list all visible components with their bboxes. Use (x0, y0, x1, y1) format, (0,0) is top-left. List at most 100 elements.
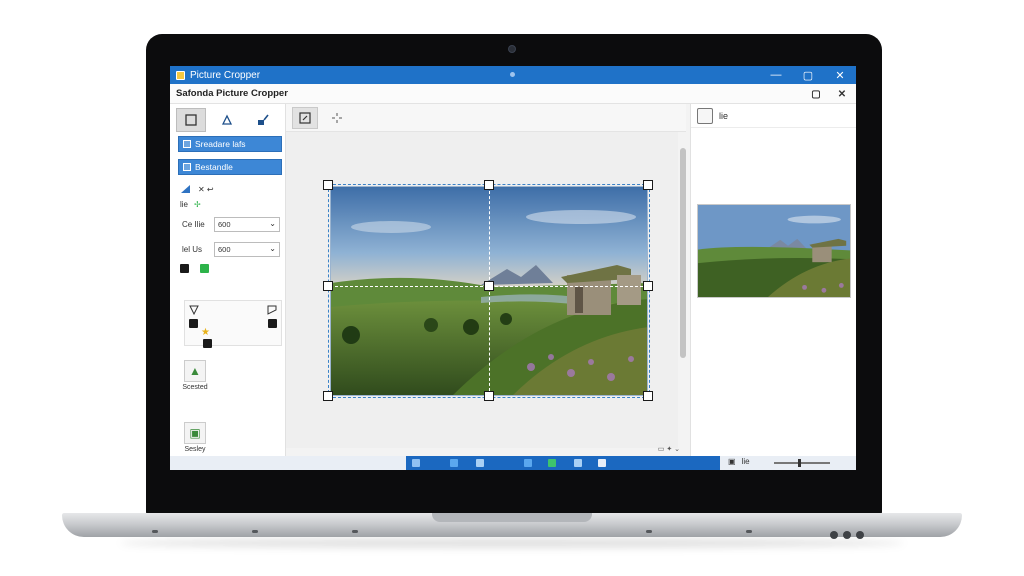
crop-handle-top-left[interactable] (323, 180, 333, 190)
save-tool-label: Sesley (184, 446, 206, 453)
transform-row-icons[interactable]: ✕ ↩ (198, 185, 214, 194)
width-input[interactable]: 600 ⌄ (214, 217, 280, 232)
canvas-scrollbar[interactable] (678, 138, 687, 428)
taskbar-app-icon[interactable] (476, 459, 484, 467)
window-title: Picture Cropper (190, 69, 261, 81)
preview-panel: lie (690, 104, 856, 456)
crop-handle-top[interactable] (484, 180, 494, 190)
star-icon[interactable]: ★ (201, 327, 210, 338)
laptop-vent (352, 530, 358, 533)
height-input[interactable]: 600 ⌄ (214, 242, 280, 257)
window-titlebar: Picture Cropper — ▢ ✕ (170, 66, 856, 84)
resize-tool-button[interactable] (292, 107, 318, 129)
fill-icon[interactable] (189, 319, 198, 328)
width-label: Ce Ilie (182, 220, 205, 229)
brush-tool-tab[interactable] (248, 108, 278, 132)
chevron-down-icon: ⌄ (269, 244, 276, 253)
preview-image (698, 205, 850, 297)
preset-button-label: Sreadare lafs (195, 139, 246, 149)
confirm-icon[interactable] (200, 264, 209, 273)
rotate-tool-button[interactable]: ▲ Scested (180, 360, 210, 391)
laptop-lid-notch (432, 513, 592, 522)
shape-options-panel: ★ (184, 300, 282, 348)
tray-icon[interactable]: ▣ (728, 457, 736, 466)
canvas-toolbar (286, 104, 686, 132)
aspect-button[interactable]: Bestandle (178, 159, 282, 175)
laptop-shadow (120, 538, 904, 548)
taskbar-app-icon[interactable] (524, 459, 532, 467)
shape-icon[interactable] (189, 305, 199, 315)
crop-handle-center[interactable] (484, 281, 494, 291)
select-tool-button[interactable] (324, 107, 350, 129)
width-value: 600 (218, 220, 231, 229)
move-icon[interactable]: ✢ (194, 200, 201, 209)
maximize-button[interactable]: ▢ (792, 66, 824, 84)
taskbar-app-icon[interactable] (412, 459, 420, 467)
adjust-icon (221, 114, 233, 125)
laptop-vent (646, 530, 652, 533)
crop-grid-vertical (489, 186, 490, 396)
crop-handle-top-right[interactable] (643, 180, 653, 190)
crop-handle-bottom-left[interactable] (323, 391, 333, 401)
window-controls: — ▢ ✕ (760, 66, 856, 84)
crop-tool-tab[interactable] (176, 108, 206, 132)
taskbar-app-icon[interactable] (450, 459, 458, 467)
scrollbar-thumb[interactable] (680, 148, 686, 358)
aspect-button-label: Bestandle (195, 162, 233, 172)
inner-close-button[interactable]: ✕ (834, 86, 850, 102)
laptop-ports (830, 531, 864, 539)
crop-handle-left[interactable] (323, 281, 333, 291)
inner-maximize-button[interactable]: ▢ (808, 86, 824, 102)
app-icon (176, 70, 185, 80)
taskbar-app-icon[interactable] (548, 459, 556, 467)
option-row: lie ✢ (180, 200, 201, 209)
adjust-tool-tab[interactable] (212, 108, 242, 132)
save-tool-button[interactable]: ▣ Sesley (180, 422, 210, 453)
chevron-down-icon: ⌄ (269, 219, 276, 228)
shape-icon[interactable] (267, 305, 277, 315)
zoom-slider[interactable] (774, 459, 830, 467)
fill-icon[interactable] (203, 339, 212, 348)
flip-icon[interactable] (180, 184, 192, 194)
webcam (508, 45, 516, 53)
arrow-up-icon: ▲ (184, 360, 206, 382)
save-icon: ▣ (184, 422, 206, 444)
app-name: Safonda Picture Cropper (176, 88, 288, 99)
taskbar-app-icon[interactable] (598, 459, 606, 467)
screen: Picture Cropper — ▢ ✕ Safonda Picture Cr… (170, 66, 856, 470)
fill-icon[interactable] (268, 319, 277, 328)
app-header: Safonda Picture Cropper ▢ ✕ (170, 84, 856, 104)
laptop-scene: Picture Cropper — ▢ ✕ Safonda Picture Cr… (0, 0, 1024, 576)
resize-icon (299, 112, 311, 124)
titlebar-dot (510, 72, 515, 77)
crop-preview (697, 204, 851, 298)
crop-handle-right[interactable] (643, 281, 653, 291)
crop-handle-bottom[interactable] (484, 391, 494, 401)
laptop-vent (152, 530, 158, 533)
taskbar: ▣ lie (170, 456, 856, 470)
preset-icon (183, 140, 191, 148)
taskbar-app-icon[interactable] (574, 459, 582, 467)
crosshair-icon (332, 113, 342, 123)
crop-handle-bottom-right[interactable] (643, 391, 653, 401)
aspect-icon (183, 163, 191, 171)
rotate-tool-label: Scested (182, 384, 208, 391)
tray-label: lie (741, 457, 750, 466)
preset-button[interactable]: Sreadare lafs (178, 136, 282, 152)
lock-ratio-icon[interactable] (180, 264, 189, 273)
zoom-controls[interactable]: ▭ ✦ ⌄ (658, 445, 680, 453)
minimize-button[interactable]: — (760, 66, 792, 84)
preview-icon[interactable] (697, 107, 713, 124)
left-tool-panel: Sreadare lafs Bestandle ✕ ↩ lie ✢ Ce Ili… (170, 104, 286, 456)
system-tray: ▣ lie (728, 457, 750, 466)
preview-header-label: lie (719, 110, 729, 121)
option-label: lie (180, 200, 189, 209)
laptop-vent (746, 530, 752, 533)
zoom-slider-knob[interactable] (798, 459, 801, 467)
close-button[interactable]: ✕ (824, 66, 856, 84)
height-value: 600 (218, 245, 231, 254)
inner-window-controls: ▢ ✕ (808, 86, 850, 102)
transform-row: ✕ ↩ (180, 184, 214, 194)
canvas-footer: ▭ ✦ ⌄ (286, 444, 686, 456)
height-label: lel Us (182, 245, 203, 254)
